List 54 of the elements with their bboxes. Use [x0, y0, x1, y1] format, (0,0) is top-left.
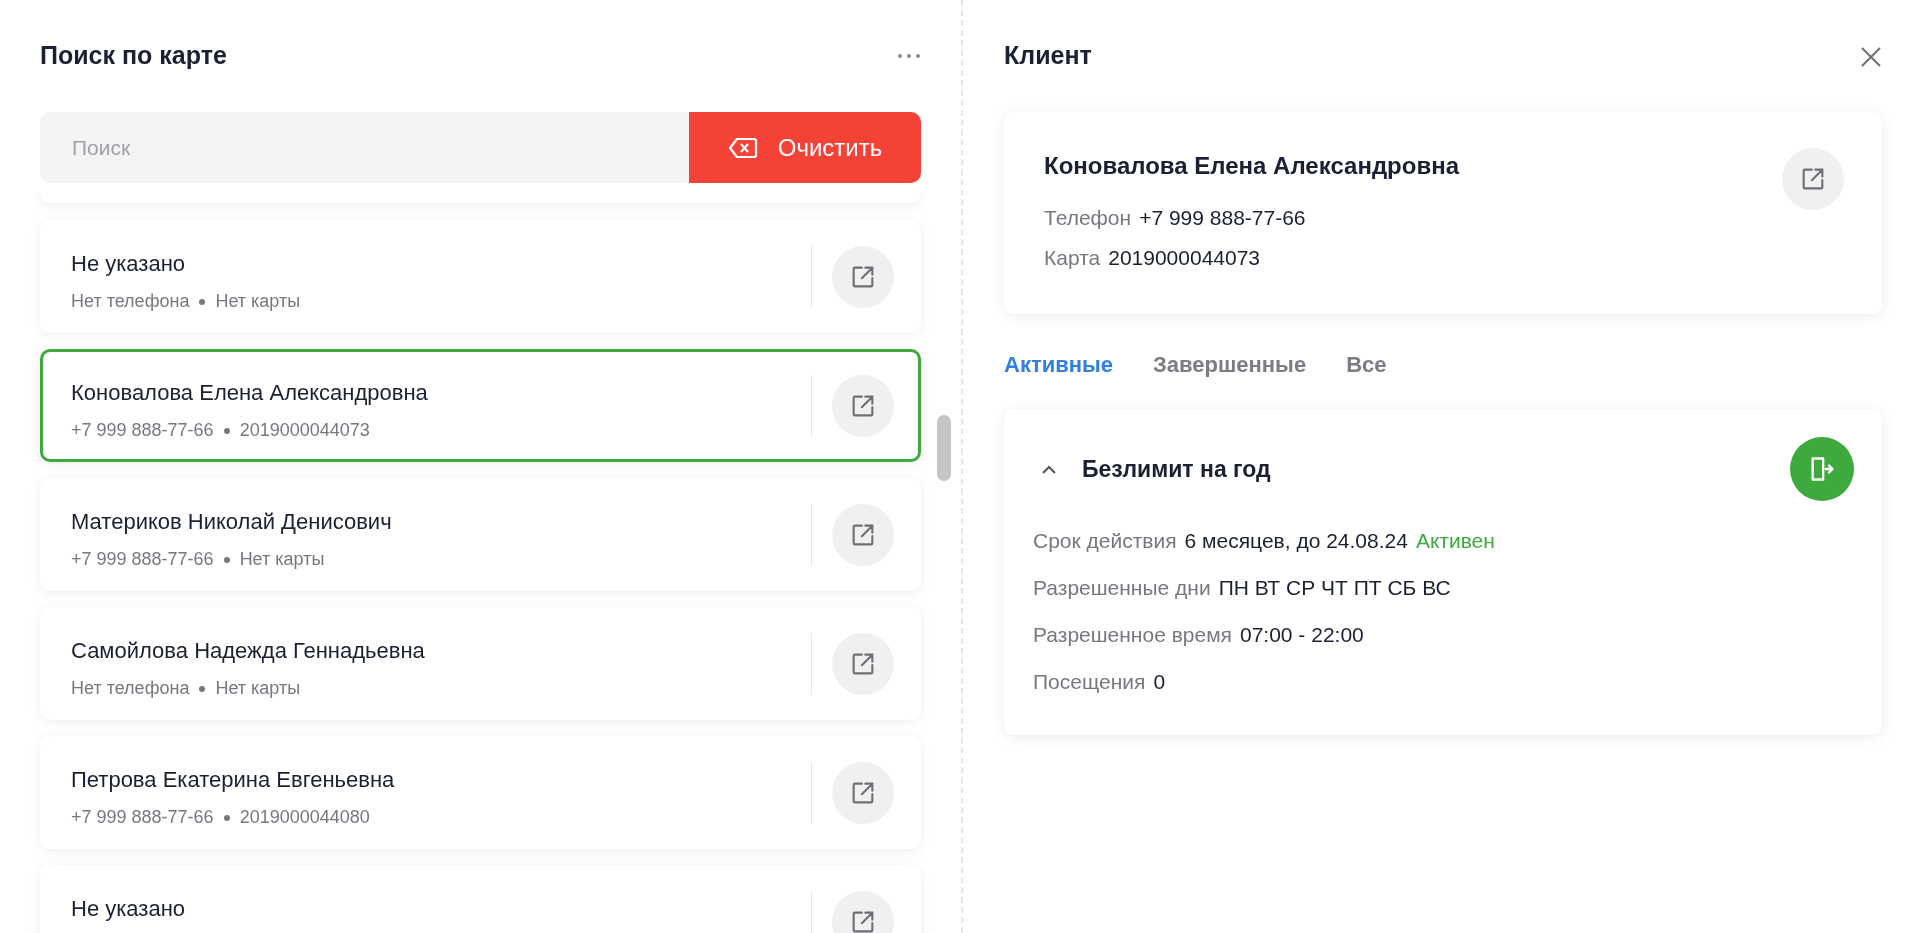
- tab[interactable]: Завершенные: [1153, 348, 1307, 381]
- tab[interactable]: Все: [1346, 348, 1387, 381]
- field-value: 2019000044073: [1108, 245, 1261, 271]
- field-value: 6 месяцев, до 24.08.24: [1184, 528, 1408, 554]
- client-name: Не указано: [71, 895, 187, 923]
- client-phone: Нет телефона: [71, 677, 190, 700]
- scrollbar-thumb[interactable]: [937, 415, 951, 481]
- close-button[interactable]: [1860, 44, 1882, 68]
- client-card-number: 2019000044073: [239, 419, 370, 442]
- more-icon[interactable]: [897, 53, 921, 59]
- client-name: Материков Николай Денисович: [71, 508, 393, 536]
- bullet-icon: [199, 298, 206, 305]
- client-name: Не указано: [71, 250, 187, 278]
- client-card[interactable]: Не указано Нет телефона Нет карты: [40, 220, 921, 333]
- field-label: Разрешенные дни: [1033, 575, 1211, 601]
- client-name: Коновалова Елена Александровна: [1044, 151, 1460, 181]
- field-label: Посещения: [1033, 669, 1146, 695]
- client-name: Самойлова Надежда Геннадьевна: [71, 637, 426, 665]
- clear-button[interactable]: Очистить: [689, 112, 921, 183]
- client-phone: +7 999 888-77-66: [71, 419, 214, 442]
- field-label: Телефон: [1044, 205, 1132, 231]
- client-card[interactable]: Коновалова Елена Александровна +7 999 888-77-66 2019000044073: [40, 349, 921, 462]
- field-value: 0: [1153, 669, 1166, 695]
- client-card[interactable]: Не указано: [40, 865, 921, 933]
- bullet-icon: [223, 427, 230, 434]
- client-card[interactable]: Самойлова Надежда Геннадьевна Нет телефона Нет карты: [40, 607, 921, 720]
- client-card-number: Нет карты: [239, 548, 325, 571]
- panel-title: Клиент: [1004, 40, 1092, 72]
- client-card-number: Нет карты: [215, 290, 301, 313]
- client-card-number: Нет карты: [215, 677, 301, 700]
- client-phone: +7 999 888-77-66: [71, 806, 214, 829]
- field-value: 07:00 - 22:00: [1240, 622, 1364, 648]
- bullet-icon: [223, 814, 230, 821]
- client-phone: +7 999 888-77-66: [71, 548, 214, 571]
- search-field[interactable]: Поиск Очистить: [40, 112, 921, 183]
- client-name: Петрова Екатерина Евгеньевна: [71, 766, 396, 794]
- field-label: Разрешенное время: [1033, 622, 1232, 648]
- field-value: +7 999 888-77-66: [1139, 205, 1306, 231]
- client-name: Коновалова Елена Александровна: [71, 379, 429, 407]
- chevron-icon[interactable]: [1042, 464, 1056, 474]
- field-label: Срок действия: [1033, 528, 1177, 554]
- backspace-icon: [727, 136, 758, 159]
- status-text: Активен: [1415, 528, 1495, 554]
- bullet-icon: [223, 556, 230, 563]
- tab[interactable]: Активные: [1004, 348, 1114, 381]
- field-label: Карта: [1044, 245, 1101, 271]
- client-card-number: 2019000044080: [239, 806, 370, 829]
- client-card[interactable]: Петрова Екатерина Евгеньевна +7 999 888-77-66 2019000044080: [40, 736, 921, 849]
- subscription-title: Безлимит на год: [1082, 454, 1272, 484]
- panel-title: Поиск по карте: [40, 40, 227, 72]
- client-card[interactable]: Материков Николай Денисович +7 999 888-77-66 Нет карты: [40, 478, 921, 591]
- client-phone: Нет телефона: [71, 290, 190, 313]
- bullet-icon: [199, 685, 206, 692]
- field-value: ПН ВТ СР ЧТ ПТ СБ ВС: [1218, 575, 1451, 601]
